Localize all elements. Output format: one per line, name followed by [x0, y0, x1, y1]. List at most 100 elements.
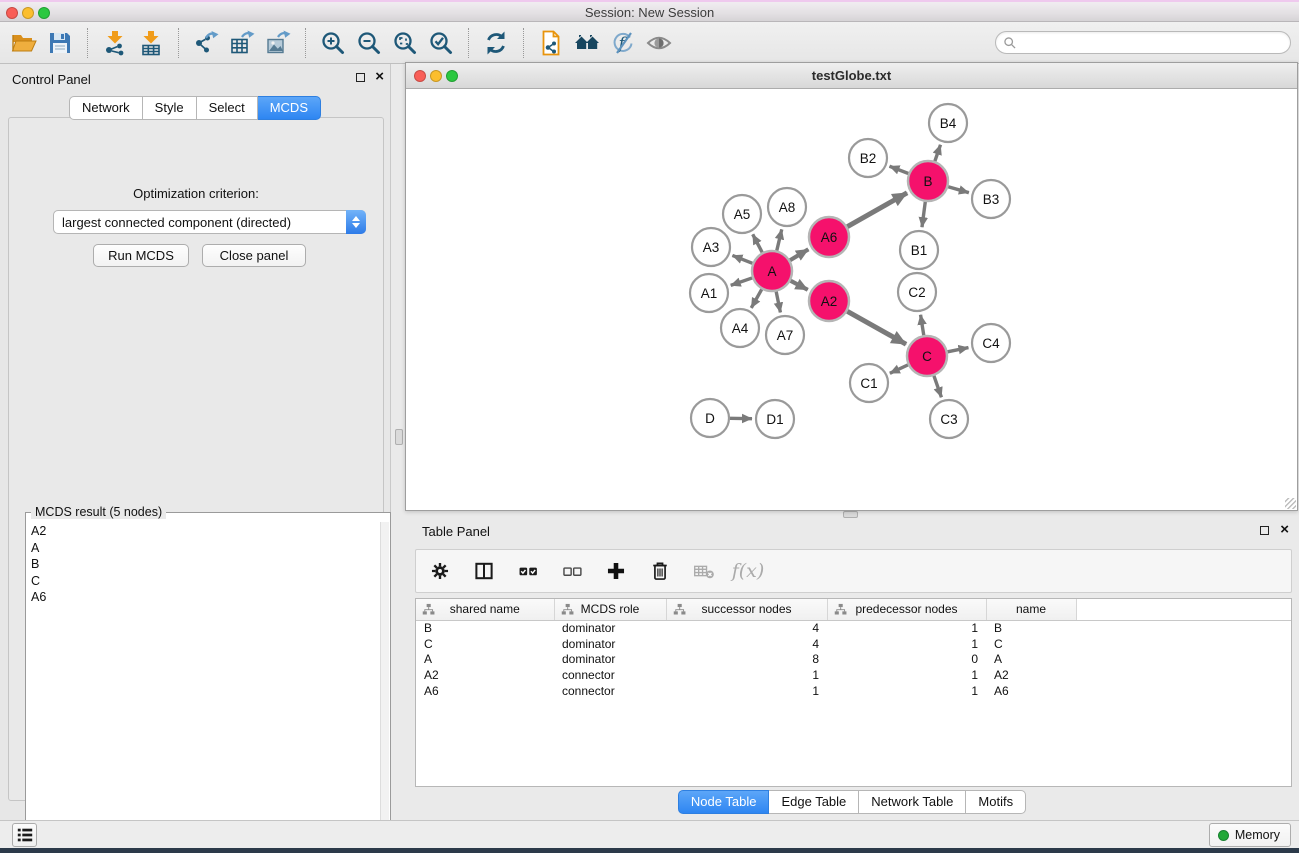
float-panel-icon[interactable] [356, 73, 365, 82]
close-panel-icon[interactable]: × [375, 72, 384, 82]
column-header-successor-nodes[interactable]: successor nodes [666, 599, 827, 620]
mcds-result-item[interactable]: B [28, 556, 378, 573]
export-table-button[interactable] [224, 26, 260, 60]
graph-edge-A-A4[interactable] [751, 289, 761, 308]
graph-edge-A-A2[interactable] [791, 281, 808, 290]
run-mcds-button[interactable]: Run MCDS [93, 244, 189, 267]
graph-edge-C-C3[interactable] [934, 376, 941, 397]
memory-button[interactable]: Memory [1209, 823, 1291, 847]
tab-node-table[interactable]: Node Table [678, 790, 770, 814]
graph-node-label: C4 [982, 336, 1000, 351]
folder-icon [11, 30, 37, 56]
zoom-selected-button[interactable] [423, 26, 459, 60]
result-scrollbar[interactable] [380, 522, 389, 847]
graph-edge-B-B1[interactable] [922, 202, 925, 227]
zoom-out-icon [356, 30, 382, 56]
graph-edge-A6-B[interactable] [847, 193, 907, 227]
table-cell: connector [554, 683, 666, 699]
zoom-in-button[interactable] [315, 26, 351, 60]
graph-node-label: A2 [821, 294, 838, 309]
column-header-shared-name[interactable]: shared name [416, 599, 554, 620]
home-layout-button[interactable] [569, 26, 605, 60]
tab-select[interactable]: Select [197, 96, 258, 120]
graph-edge-B-B4[interactable] [935, 145, 941, 161]
tab-network[interactable]: Network [69, 96, 143, 120]
table-cell: A [986, 651, 1076, 667]
refresh-layout-button[interactable] [478, 26, 514, 60]
graph-edge-C-C4[interactable] [948, 348, 969, 352]
tab-edge-table[interactable]: Edge Table [769, 790, 859, 814]
fx-icon: f(x) [732, 560, 765, 582]
delete-row-button[interactable] [646, 557, 674, 585]
deselect-all-button[interactable] [558, 557, 586, 585]
export-image-button[interactable] [260, 26, 296, 60]
tab-mcds[interactable]: MCDS [258, 96, 321, 120]
vertical-splitter-grip[interactable] [395, 429, 403, 445]
column-header-predecessor-nodes[interactable]: predecessor nodes [827, 599, 986, 620]
network-from-file-button[interactable] [533, 26, 569, 60]
refresh-icon [483, 30, 509, 56]
graph-edge-B-B2[interactable] [889, 166, 908, 173]
mcds-result-item[interactable]: A6 [28, 589, 378, 606]
show-columns-button[interactable] [470, 557, 498, 585]
zoom-fit-button[interactable] [387, 26, 423, 60]
import-network-icon [102, 30, 128, 56]
mcds-result-item[interactable]: A [28, 540, 378, 557]
table-row[interactable]: Cdominator41C [416, 636, 1291, 652]
graph-node-label: B3 [983, 192, 1000, 207]
export-network-button[interactable] [188, 26, 224, 60]
trash-icon [649, 560, 671, 582]
graph-edge-A-A7[interactable] [776, 292, 780, 313]
toolbar-separator [468, 28, 469, 58]
tab-motifs[interactable]: Motifs [966, 790, 1026, 814]
import-network-button[interactable] [97, 26, 133, 60]
tab-style[interactable]: Style [143, 96, 197, 120]
graph-edge-A2-C[interactable] [847, 311, 906, 344]
network-canvas[interactable]: B4B2BB3A8A5A6A3B1AC2A1A2A4A7C4CC1DD1C3 [406, 89, 1297, 510]
window-resize-grip[interactable] [1285, 498, 1296, 509]
column-header-MCDS-role[interactable]: MCDS role [554, 599, 666, 620]
table-panel-title: Table Panel [422, 524, 490, 539]
graph-edge-A-A6[interactable] [790, 249, 808, 260]
table-row[interactable]: Bdominator41B [416, 620, 1291, 636]
toggle-labels-button[interactable]: f [605, 26, 641, 60]
close-table-panel-icon[interactable]: × [1280, 525, 1289, 535]
graph-node-label: D1 [766, 412, 783, 427]
table-cell: 1 [827, 667, 986, 683]
graph-edge-A-A8[interactable] [777, 229, 782, 250]
open-session-button[interactable] [6, 26, 42, 60]
zoom-out-button[interactable] [351, 26, 387, 60]
save-icon [47, 30, 73, 56]
search-input[interactable] [995, 31, 1291, 54]
table-tabs: Node TableEdge TableNetwork TableMotifs [405, 790, 1299, 814]
table-row[interactable]: A2connector11A2 [416, 667, 1291, 683]
close-panel-button[interactable]: Close panel [202, 244, 306, 267]
table-cell: A2 [416, 667, 554, 683]
homes-icon [574, 30, 600, 56]
horizontal-splitter-grip[interactable] [843, 511, 858, 518]
graph-edge-C-C2[interactable] [921, 315, 924, 336]
float-table-panel-icon[interactable] [1260, 526, 1269, 535]
graph-edge-C-C1[interactable] [890, 365, 908, 373]
graph-edge-A-A3[interactable] [732, 255, 752, 263]
graph-edge-A-A1[interactable] [731, 278, 752, 285]
table-panel: Table Panel × f(x) shared nameMCDS roles… [405, 519, 1299, 820]
table-row[interactable]: A6connector11A6 [416, 683, 1291, 699]
table-settings-button[interactable] [426, 557, 454, 585]
select-all-button[interactable] [514, 557, 542, 585]
save-session-button[interactable] [42, 26, 78, 60]
tab-network-table[interactable]: Network Table [859, 790, 966, 814]
mcds-result-item[interactable]: C [28, 573, 378, 590]
graphics-details-button[interactable] [641, 26, 677, 60]
import-table-button[interactable] [133, 26, 169, 60]
table-row[interactable]: Adominator80A [416, 651, 1291, 667]
graph-edge-A-A5[interactable] [753, 234, 763, 252]
zoom-fit-icon [392, 30, 418, 56]
criterion-dropdown[interactable]: largest connected component (directed) [53, 210, 366, 234]
task-history-button[interactable] [12, 823, 37, 847]
mcds-result-item[interactable]: A2 [28, 523, 378, 540]
add-row-button[interactable] [602, 557, 630, 585]
column-header-name[interactable]: name [986, 599, 1076, 620]
graph-edge-B-B3[interactable] [948, 187, 969, 193]
toolbar-separator [87, 28, 88, 58]
